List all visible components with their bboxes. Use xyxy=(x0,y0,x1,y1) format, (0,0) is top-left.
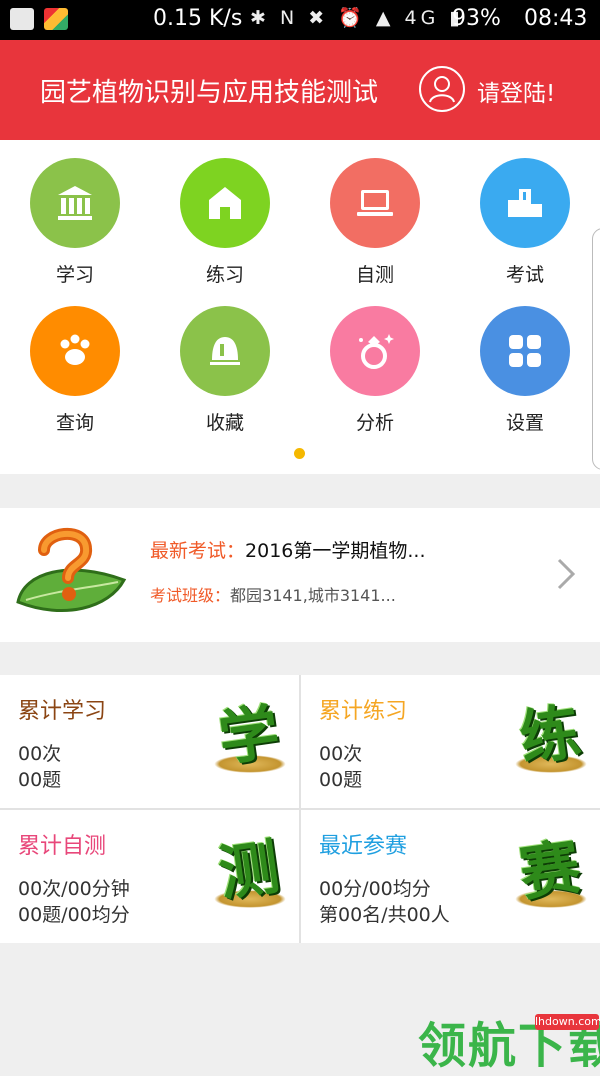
menu-grid: 学习 练习 自测 考试 查询 收藏 分析 设置 xyxy=(0,140,600,474)
exam-class-value: 都园3141,城市3141... xyxy=(230,586,396,605)
laptop-icon xyxy=(330,158,420,248)
stat-title: 最近参赛 xyxy=(319,834,408,859)
self-test-art-icon: 测 xyxy=(208,830,290,912)
app-title: 园艺植物识别与应用技能测试 xyxy=(40,78,379,108)
podium-icon xyxy=(480,158,570,248)
stat-study[interactable]: 累计学习 00次 00题 学 xyxy=(0,675,299,808)
stat-title: 累计练习 xyxy=(319,699,408,724)
divider xyxy=(0,808,600,810)
page-indicator xyxy=(294,448,305,459)
menu-label: 考试 xyxy=(505,264,544,286)
question-leaf-icon xyxy=(14,520,134,624)
stat-competition[interactable]: 最近参赛 00分/00均分 第00名/共00人 赛 xyxy=(301,810,600,943)
menu-item-settings[interactable]: 设置 xyxy=(450,288,600,436)
grid-icon xyxy=(480,306,570,396)
system-indicators: ✱ N ✖ ⏰ ▲ 4G ▮ xyxy=(250,7,464,29)
stat-value: 00分/00均分 xyxy=(319,878,431,900)
app-header: 园艺植物识别与应用技能测试 请登陆! xyxy=(0,40,600,140)
bank-icon xyxy=(30,158,120,248)
stats-panel: 累计学习 00次 00题 学 累计练习 00次 00题 练 累计自测 00次/0… xyxy=(0,675,600,943)
latest-exam-key: 最新考试： xyxy=(150,540,246,562)
image-notification-icon xyxy=(10,8,34,30)
menu-item-practice[interactable]: 练习 xyxy=(150,140,300,288)
clock: 08:43 xyxy=(524,6,588,31)
net-speed: 0.15 K/s xyxy=(153,6,243,31)
stat-title: 累计学习 xyxy=(18,699,107,724)
exam-class-key: 考试班级： xyxy=(150,586,231,605)
study-art-icon: 学 xyxy=(208,695,290,777)
menu-label: 查询 xyxy=(55,412,94,434)
menu-item-exam[interactable]: 考试 xyxy=(450,140,600,288)
stat-value: 00题 xyxy=(319,769,363,791)
stat-practice[interactable]: 累计练习 00次 00题 练 xyxy=(301,675,600,808)
menu-label: 分析 xyxy=(355,412,394,434)
menu-item-analysis[interactable]: 分析 xyxy=(300,288,450,436)
menu-item-favorites[interactable]: 收藏 xyxy=(150,288,300,436)
stat-value: 00次 xyxy=(319,743,363,765)
latest-exam-row: 最新考试：2016第一学期植物... xyxy=(150,536,426,563)
stat-value: 00次 xyxy=(18,743,62,765)
menu-item-study[interactable]: 学习 xyxy=(0,140,150,288)
home-icon xyxy=(180,158,270,248)
ring-icon xyxy=(330,306,420,396)
stat-value: 00题/00均分 xyxy=(18,904,130,926)
menu-label: 练习 xyxy=(205,264,244,286)
notification-icons xyxy=(10,8,68,30)
paw-icon xyxy=(30,306,120,396)
stat-value: 00题 xyxy=(18,769,62,791)
menu-item-self-test[interactable]: 自测 xyxy=(300,140,450,288)
latest-exam-card[interactable]: 最新考试：2016第一学期植物... 考试班级：都园3141,城市3141... xyxy=(0,508,600,642)
stat-self-test[interactable]: 累计自测 00次/00分钟 00题/00均分 测 xyxy=(0,810,299,943)
chevron-right-icon[interactable] xyxy=(553,556,579,596)
menu-label: 自测 xyxy=(355,264,394,286)
watermark-url: lhdown.com xyxy=(535,1014,600,1030)
menu-label: 收藏 xyxy=(205,412,244,434)
competition-art-icon: 赛 xyxy=(509,830,591,912)
app-notification-icon xyxy=(44,8,68,30)
login-link[interactable]: 请登陆! xyxy=(477,74,555,108)
bell-icon xyxy=(180,306,270,396)
practice-art-icon: 练 xyxy=(509,695,591,777)
stat-value: 00次/00分钟 xyxy=(18,878,130,900)
menu-item-query[interactable]: 查询 xyxy=(0,288,150,436)
exam-class-row: 考试班级：都园3141,城市3141... xyxy=(150,582,396,606)
menu-label: 学习 xyxy=(55,264,94,286)
latest-exam-value: 2016第一学期植物... xyxy=(245,540,426,562)
edge-panel-handle[interactable] xyxy=(592,228,600,470)
battery-level: 93% xyxy=(452,6,501,31)
menu-label: 设置 xyxy=(505,412,544,434)
avatar-icon[interactable] xyxy=(419,66,465,112)
status-bar: 0.15 K/s ✱ N ✖ ⏰ ▲ 4G ▮ 93% 08:43 xyxy=(0,0,600,40)
stat-value: 第00名/共00人 xyxy=(319,904,450,926)
stat-title: 累计自测 xyxy=(18,834,107,859)
